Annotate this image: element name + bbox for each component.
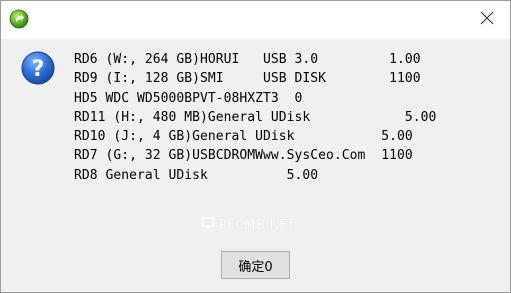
message-line: RD11 (H:, 480 MB)General UDisk 5.00 [74,109,437,125]
message-line: RD8 General UDisk 5.00 [74,167,319,183]
close-button[interactable] [464,1,510,39]
app-icon [9,9,29,29]
watermark: PECMD.NET [201,217,295,233]
message-dialog: ? RD6 (W:, 264 GB)HORUI USB 3.0 1.00 RD9 … [0,0,511,293]
message-line: RD6 (W:, 264 GB)HORUI USB 3.0 1.00 [74,52,421,67]
message-line: RD9 (I:, 128 GB)SMI USB DISK 1100 [74,71,421,87]
ok-button[interactable]: 确定0 [221,251,290,279]
question-icon: ? [21,51,55,85]
close-icon [480,11,494,30]
message-line: RD10 (J:, 4 GB)General UDisk 5.00 [74,129,413,145]
message-line: HD5 WDC WD5000BPVT-08HXZT3 0 [74,90,303,106]
title-bar[interactable] [1,1,510,39]
watermark-logo-icon [201,217,215,233]
message-line: RD7 (G:, 32 GB)USBCDROMWww.SysCeo.Com 11… [74,148,413,164]
watermark-text: PECMD.NET [219,217,296,233]
dialog-message: RD6 (W:, 264 GB)HORUI USB 3.0 1.00 RD9 (I… [74,50,436,185]
dialog-body: ? RD6 (W:, 264 GB)HORUI USB 3.0 1.00 RD9 … [1,39,510,292]
svg-text:?: ? [32,57,45,82]
